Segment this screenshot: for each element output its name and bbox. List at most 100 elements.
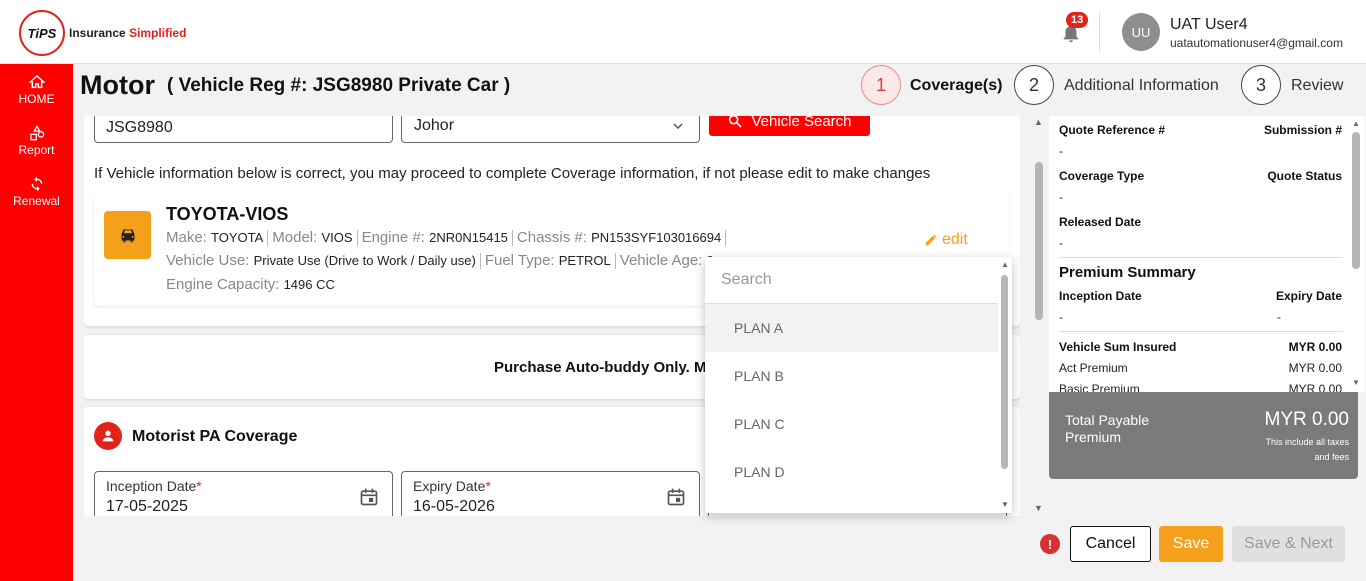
step-1-circle[interactable]: 1 [861, 65, 901, 105]
vehicle-line-2: Vehicle Use: Private Use (Drive to Work … [166, 252, 714, 270]
plan-option-b[interactable]: PLAN B [705, 352, 998, 400]
dropdown-scroll-thumb[interactable] [1001, 275, 1008, 469]
pencil-icon [925, 234, 937, 246]
page-title: Motor [80, 70, 155, 100]
basic-premium-value: MYR 0.00 [1288, 382, 1342, 392]
sidebar-item-renewal[interactable]: Renewal [0, 176, 73, 208]
step-2-label[interactable]: Additional Information [1064, 77, 1219, 95]
car-icon [121, 229, 134, 243]
summary-expiry-label: Expiry Date [1275, 289, 1342, 303]
search-icon [729, 116, 743, 128]
calendar-icon[interactable] [666, 487, 686, 507]
inception-date-field[interactable]: Inception Date* 17-05-2025 [94, 471, 393, 516]
motorist-pa-title: Motorist PA Coverage [132, 428, 298, 445]
vehicle-line-1: Make: TOYOTA Model: VIOS Engine #: 2NR0N15… [166, 229, 730, 247]
notification-badge: 13 [1066, 12, 1089, 28]
sum-insured-value: MYR 0.00 [1288, 340, 1342, 354]
car-icon-box [104, 211, 151, 259]
save-button[interactable]: Save [1159, 526, 1223, 562]
pa-icon-circle [94, 422, 122, 450]
quote-status-label: Quote Status [1267, 169, 1342, 183]
coverage-type-value: - [1059, 190, 1063, 204]
page-subtitle: ( Vehicle Reg #: JSG8980 Private Car ) [167, 75, 511, 96]
summary-inception-value: - [1059, 310, 1063, 324]
expiry-date-value: 16-05-2026 [413, 498, 495, 515]
tips-logo[interactable]: TiPS Insurance Simplified [19, 10, 186, 56]
expiry-date-label: Expiry Date* [413, 478, 491, 494]
plan-search-placeholder: Search [721, 271, 772, 288]
logo-text: Insurance Simplified [69, 26, 187, 40]
save-next-button[interactable]: Save & Next [1232, 526, 1345, 562]
total-note-1: This include all taxes [1265, 437, 1349, 447]
quote-ref-value: - [1059, 144, 1063, 158]
user-name: UAT User4 [1170, 16, 1248, 33]
info-message: If Vehicle information below is correct,… [94, 165, 931, 182]
sidebar-item-home[interactable]: HOME [0, 74, 73, 106]
sidebar-item-label: HOME [18, 92, 55, 106]
step-3-circle[interactable]: 3 [1241, 65, 1281, 105]
act-premium-value: MYR 0.00 [1288, 361, 1342, 375]
renewal-icon [31, 176, 42, 192]
dropdown-scroll-down[interactable]: ▼ [1001, 500, 1009, 509]
sidebar-item-label: Report [18, 143, 55, 157]
step-2-circle[interactable]: 2 [1014, 65, 1054, 105]
released-date-label: Released Date [1059, 215, 1142, 229]
quote-summary-panel: Quote Reference # Submission # - Coverag… [1049, 116, 1365, 392]
expiry-date-field[interactable]: Expiry Date* 16-05-2026 [401, 471, 700, 516]
summary-inception-label: Inception Date [1059, 289, 1142, 303]
calendar-icon[interactable] [359, 487, 379, 507]
summary-scroll-thumb[interactable] [1352, 132, 1360, 269]
vehicle-title: TOYOTA-VIOS [166, 204, 289, 224]
total-label-1: Total Payable [1065, 412, 1150, 428]
cancel-button[interactable]: Cancel [1070, 526, 1151, 562]
summary-scroll-down[interactable]: ▼ [1352, 378, 1360, 387]
summary-divider [1059, 257, 1343, 258]
main-scroll-down[interactable]: ▼ [1034, 503, 1043, 513]
premium-summary-title: Premium Summary [1059, 264, 1196, 281]
state-select[interactable]: Johor [401, 116, 700, 143]
sum-insured-label: Vehicle Sum Insured [1059, 340, 1177, 354]
step-1-label[interactable]: Coverage(s) [910, 77, 1002, 95]
user-email: uatautomationuser4@gmail.com [1170, 36, 1343, 50]
vehicle-reg-input[interactable]: JSG8980 [94, 116, 393, 143]
total-amount: MYR 0.00 [1264, 409, 1349, 430]
header-divider [1099, 12, 1100, 52]
warning-icon[interactable]: ! [1040, 534, 1060, 554]
plan-option-a[interactable]: PLAN A [705, 304, 998, 352]
released-date-value: - [1059, 236, 1063, 250]
autobuddy-text: Purchase Auto-buddy Only. Mot [494, 359, 721, 376]
total-note-2: and fees [1314, 452, 1349, 462]
plan-option-c[interactable]: PLAN C [705, 400, 998, 448]
report-icon [29, 125, 44, 141]
avatar[interactable]: UU [1122, 13, 1160, 51]
summary-expiry-value: - [1277, 310, 1281, 324]
sidebar-item-label: Renewal [13, 194, 60, 208]
total-payable-box: Total Payable Premium MYR 0.00 This incl… [1049, 392, 1358, 479]
inception-date-value: 17-05-2025 [106, 498, 188, 515]
vehicle-search-label: Vehicle Search [751, 116, 852, 130]
plan-search-input[interactable]: Search [705, 257, 998, 304]
vehicle-line-3: Engine Capacity: 1496 CC [166, 276, 335, 293]
vehicle-reg-value: JSG8980 [106, 119, 173, 136]
vehicle-search-button[interactable]: Vehicle Search [709, 116, 870, 136]
coverage-type-label: Coverage Type [1059, 169, 1145, 183]
step-3-label[interactable]: Review [1291, 77, 1343, 95]
act-premium-label: Act Premium [1059, 361, 1128, 375]
chevron-down-icon [673, 123, 683, 130]
sidebar: HOME Report Renewal [0, 64, 73, 581]
quote-ref-label: Quote Reference # [1059, 123, 1166, 137]
edit-vehicle-link[interactable]: edit [924, 231, 968, 249]
total-label-2: Premium [1065, 429, 1122, 445]
main-scroll-up[interactable]: ▲ [1034, 117, 1043, 127]
logo-mark: TiPS [19, 10, 65, 56]
state-value: Johor [414, 117, 455, 134]
person-icon [102, 430, 114, 442]
summary-scroll-up[interactable]: ▲ [1352, 119, 1360, 128]
home-icon [28, 75, 45, 89]
inception-date-label: Inception Date* [106, 478, 202, 494]
edit-label: edit [942, 231, 968, 248]
sidebar-item-report[interactable]: Report [0, 125, 73, 157]
main-scroll-thumb[interactable] [1035, 162, 1043, 320]
plan-option-d[interactable]: PLAN D [705, 448, 998, 496]
dropdown-scroll-up[interactable]: ▲ [1001, 260, 1009, 269]
